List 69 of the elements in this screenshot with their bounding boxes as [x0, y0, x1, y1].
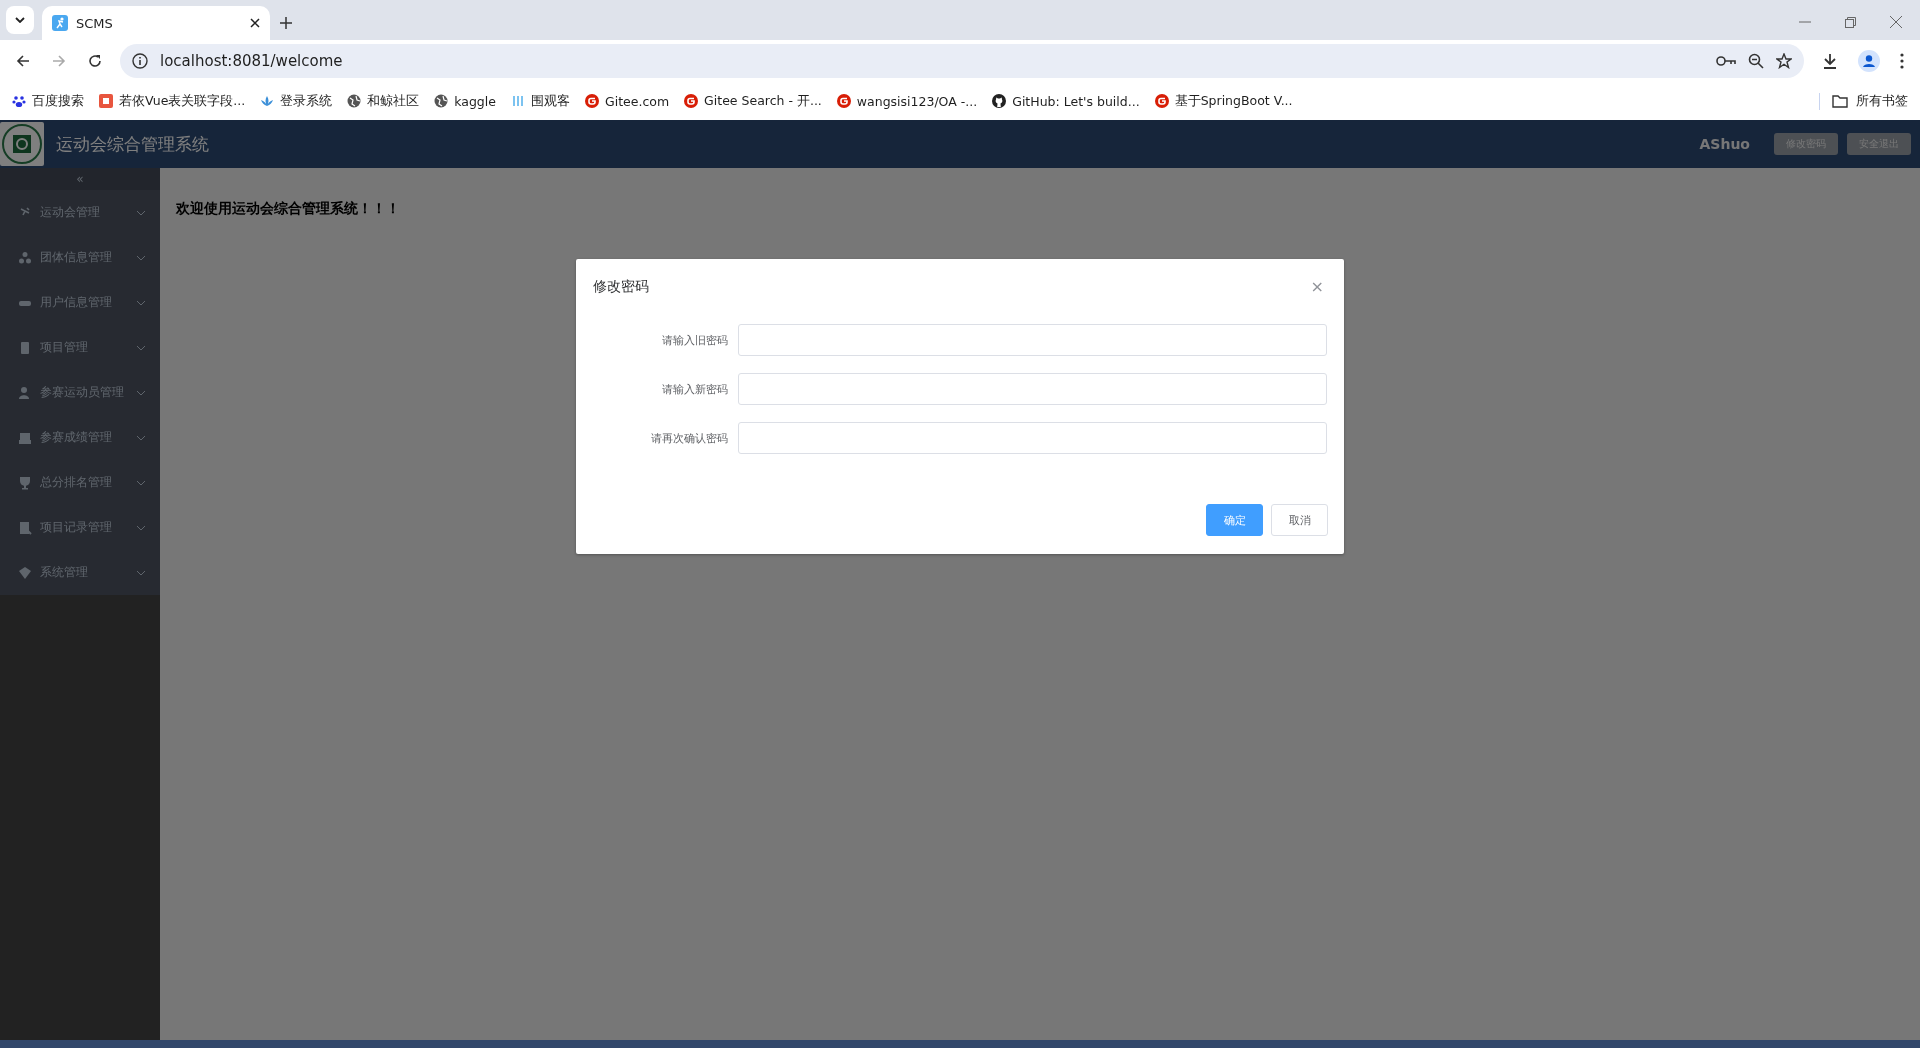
- trophy-icon: [18, 475, 32, 490]
- tab-search-button[interactable]: [6, 6, 34, 34]
- close-icon[interactable]: [250, 18, 260, 28]
- plus-icon: [280, 17, 292, 29]
- download-icon[interactable]: [1822, 53, 1838, 69]
- cancel-button[interactable]: 取消: [1271, 504, 1328, 536]
- g-logo-icon: [684, 94, 699, 108]
- restore-icon[interactable]: [1845, 16, 1856, 28]
- dialog-title: 修改密码: [593, 277, 649, 296]
- bookmark[interactable]: 基于SpringBoot V...: [1154, 92, 1293, 110]
- group-icon: [18, 250, 32, 265]
- password-field[interactable]: [738, 373, 1327, 405]
- globe-icon: [347, 94, 362, 108]
- info-icon: [132, 53, 148, 69]
- profile-icon[interactable]: [1858, 50, 1880, 72]
- leaf-icon: [260, 94, 275, 108]
- browser-tab[interactable]: SCMS: [42, 6, 270, 40]
- square-icon: [99, 94, 113, 108]
- field-label: 请输入新密码: [661, 381, 728, 397]
- bookmark[interactable]: 登录系统: [260, 92, 333, 110]
- g-logo-icon: [836, 94, 851, 108]
- podium-icon: [18, 430, 32, 445]
- app-title: 运动会综合管理系统: [56, 132, 209, 156]
- user-name: AShuo: [1699, 136, 1750, 152]
- star-icon[interactable]: [1776, 53, 1792, 69]
- bookmark[interactable]: 围观客: [510, 92, 570, 110]
- reload-icon[interactable]: [88, 54, 102, 68]
- clipboard-icon: [18, 340, 32, 355]
- bookmark[interactable]: Gitee Search - 开...: [684, 92, 822, 110]
- bookmark[interactable]: Gitee.com: [584, 93, 670, 109]
- bars-icon: [510, 94, 525, 108]
- more-menu-icon[interactable]: [1900, 53, 1904, 69]
- chevron-down-icon: [136, 524, 146, 531]
- welcome-message: 欢迎使用运动会综合管理系统！！！: [176, 200, 401, 218]
- bookmark[interactable]: wangsisi123/OA -...: [836, 93, 978, 109]
- chevron-down-icon: [136, 299, 146, 306]
- url-text: localhost:8081/welcome: [160, 52, 344, 70]
- password-field[interactable]: [738, 324, 1327, 356]
- back-arrow-icon[interactable]: [16, 54, 30, 68]
- tab-title: SCMS: [76, 15, 114, 31]
- globe-icon: [434, 94, 449, 108]
- g-logo-icon: [1154, 94, 1169, 108]
- octocat-icon: [992, 94, 1007, 108]
- chevron-down-icon: [136, 344, 146, 351]
- chevron-down-icon: [15, 17, 25, 23]
- all-bookmarks-button[interactable]: 所有书签: [1819, 92, 1908, 110]
- bookmark[interactable]: kaggle: [434, 93, 496, 109]
- chevron-down-icon: [136, 209, 146, 216]
- zoom-out-icon[interactable]: [1748, 53, 1764, 69]
- paw-icon: [12, 94, 26, 108]
- person-icon: [18, 385, 32, 400]
- g-logo-icon: [584, 94, 599, 108]
- field-label: 请再次确认密码: [650, 430, 728, 446]
- diamond-icon: [18, 565, 32, 580]
- bookmark[interactable]: 若依Vue表关联字段...: [99, 92, 246, 110]
- address-bar[interactable]: localhost:8081/welcome: [120, 44, 1804, 78]
- chevron-down-icon: [136, 389, 146, 396]
- password-field[interactable]: [738, 422, 1327, 454]
- chevron-down-icon: [136, 569, 146, 576]
- field-label: 请输入旧密码: [661, 332, 728, 348]
- folder-icon: [1832, 94, 1848, 108]
- chevron-down-icon: [136, 434, 146, 441]
- bookmark[interactable]: 和鲸社区: [347, 92, 420, 110]
- chevron-down-icon: [136, 254, 146, 261]
- bookmark[interactable]: GitHub: Let's build...: [992, 93, 1140, 109]
- document-icon: [18, 520, 32, 535]
- key-icon[interactable]: [1716, 55, 1736, 67]
- bookmark[interactable]: 百度搜索: [12, 92, 84, 110]
- chevron-down-icon: [136, 479, 146, 486]
